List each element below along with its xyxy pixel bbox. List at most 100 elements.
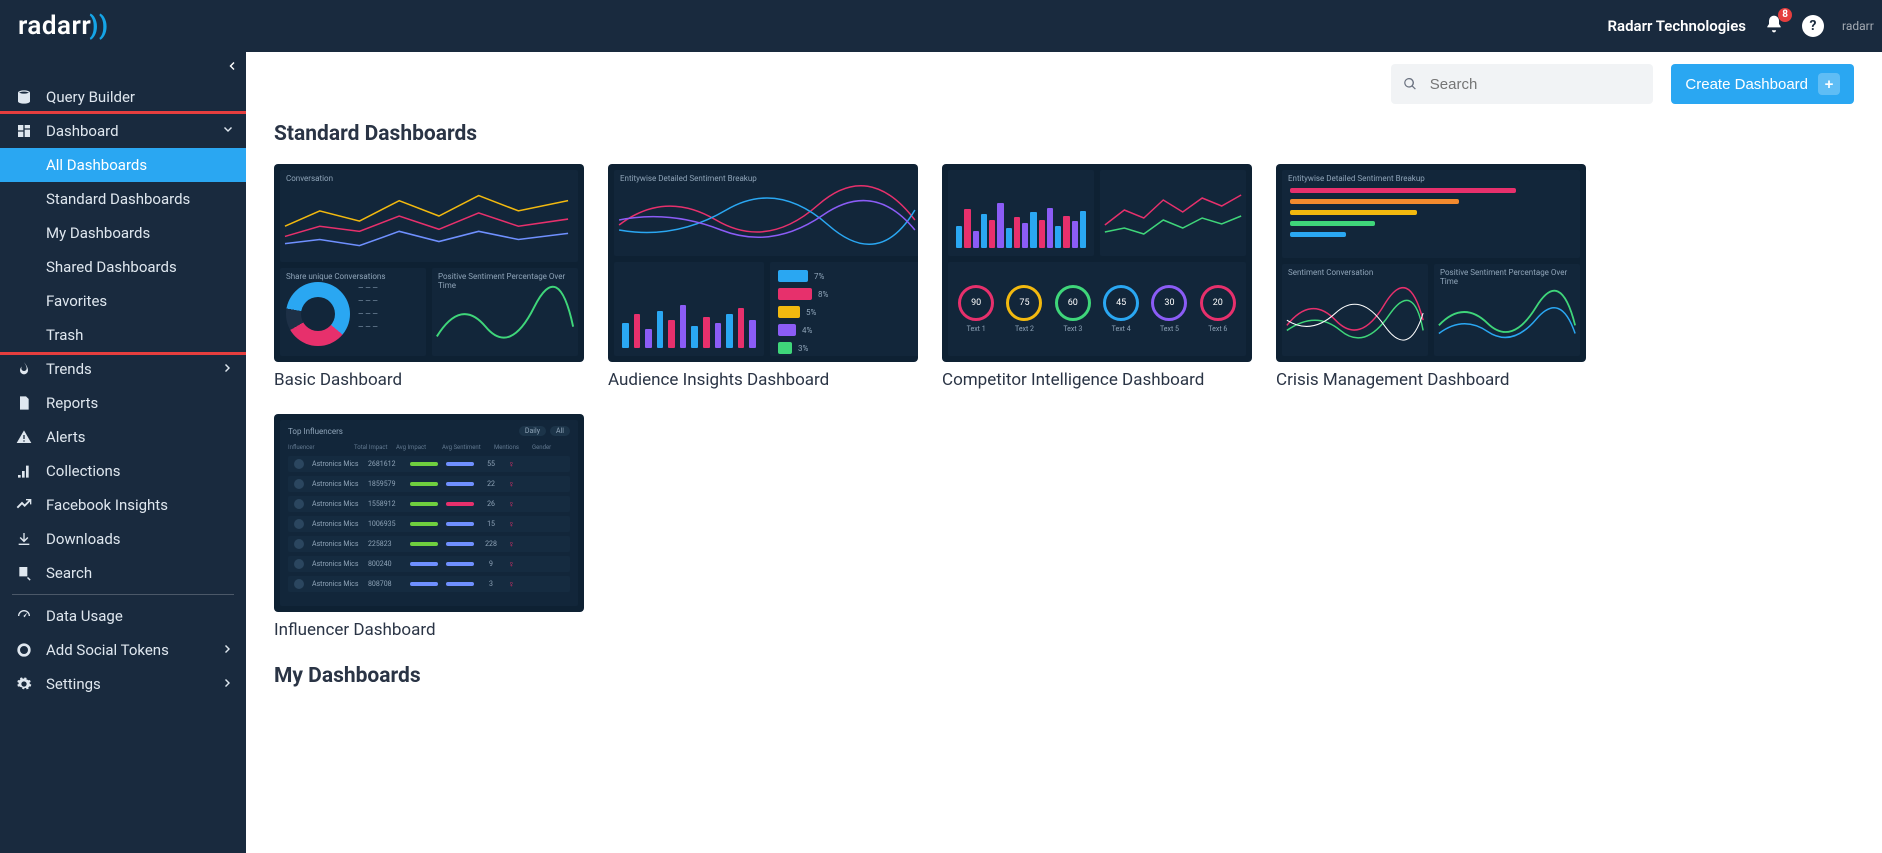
nav-label: Trends: [46, 360, 92, 378]
card-title: Audience Insights Dashboard: [608, 370, 918, 390]
subnav-label: Trash: [46, 326, 83, 344]
subnav-label: Shared Dashboards: [46, 258, 177, 276]
nav-dashboard[interactable]: Dashboard: [0, 114, 246, 148]
app-logo[interactable]: radarr)): [18, 11, 108, 41]
main-content: Create Dashboard + Standard Dashboards C…: [246, 52, 1882, 853]
create-dashboard-button[interactable]: Create Dashboard +: [1671, 64, 1854, 104]
subnav-label: My Dashboards: [46, 224, 150, 242]
nav-facebook-insights[interactable]: Facebook Insights: [0, 488, 246, 522]
equalizer-chart-mock: [956, 192, 1086, 248]
nav-label: Settings: [46, 675, 101, 693]
wave-chart-mock: [614, 170, 918, 256]
nav-settings[interactable]: Settings: [0, 667, 246, 701]
document-icon: [16, 395, 32, 411]
nav-label: Reports: [46, 394, 98, 412]
topbar: radarr)) Radarr Technologies 8 ? radarr: [0, 0, 1882, 52]
triple-wave-mock: [1282, 264, 1428, 356]
subnav-standard-dashboards[interactable]: Standard Dashboards: [0, 182, 246, 216]
nav-alerts[interactable]: Alerts: [0, 420, 246, 454]
dashboard-card-audience[interactable]: Entitywise Detailed Sentiment Breakup: [608, 164, 918, 390]
panel-title: Entitywise Detailed Sentiment Breakup: [1288, 174, 1425, 183]
nav-label: Query Builder: [46, 88, 135, 106]
panel-title: Share unique Conversations: [286, 272, 385, 281]
grouped-bars-mock: [622, 286, 756, 348]
filter-pill: Daily: [519, 426, 546, 436]
nav-label: Alerts: [46, 428, 86, 446]
user-avatar[interactable]: radarr: [1842, 19, 1864, 33]
nav-label: Dashboard: [46, 122, 119, 140]
nav-label: Search: [46, 564, 92, 582]
nav-label: Downloads: [46, 530, 121, 548]
card-title: Basic Dashboard: [274, 370, 584, 390]
smooth-wave-mock: [1434, 264, 1580, 356]
create-button-label: Create Dashboard: [1685, 76, 1808, 93]
dashboard-card-basic[interactable]: Conversation Share unique Conversations …: [274, 164, 584, 390]
subnav-label: All Dashboards: [46, 156, 147, 174]
dashboard-icon: [16, 123, 32, 139]
chevron-right-icon: [222, 677, 234, 689]
nav-reports[interactable]: Reports: [0, 386, 246, 420]
notifications-button[interactable]: 8: [1764, 14, 1784, 38]
nav-search[interactable]: Search: [0, 556, 246, 590]
flame-icon: [16, 361, 32, 377]
chevron-down-icon: [222, 124, 234, 136]
sidebar-divider: [12, 594, 234, 595]
subnav-my-dashboards[interactable]: My Dashboards: [0, 216, 246, 250]
logo-text: radarr: [18, 11, 91, 41]
panel-title: Top Influencers: [288, 427, 343, 436]
search-input[interactable]: [1428, 75, 1642, 94]
chevron-left-icon: [226, 60, 238, 72]
subnav-favorites[interactable]: Favorites: [0, 284, 246, 318]
nav-add-social-tokens[interactable]: Add Social Tokens: [0, 633, 246, 667]
subnav-label: Standard Dashboards: [46, 190, 190, 208]
gear-icon: [16, 676, 32, 692]
subnav-trash[interactable]: Trash: [0, 318, 246, 352]
dashboard-card-crisis[interactable]: Entitywise Detailed Sentiment Breakup Se…: [1276, 164, 1586, 390]
meter-icon: [16, 608, 32, 624]
legend-mock: — — —— — —— — —— — —: [358, 282, 378, 334]
token-icon: [16, 642, 32, 658]
table-header-labels: Influencer Total Impact Avg Impact Avg S…: [288, 444, 570, 451]
nav-query-builder[interactable]: Query Builder: [0, 80, 246, 114]
nav-label: Add Social Tokens: [46, 641, 169, 659]
search-box[interactable]: [1391, 64, 1653, 104]
subnav-label: Favorites: [46, 292, 107, 310]
chevron-right-icon: [222, 643, 234, 655]
highlighted-region: Dashboard All Dashboards Standard Dashbo…: [0, 111, 249, 355]
dashboard-card-influencer[interactable]: Top Influencers Daily All Influencer Tot…: [274, 414, 584, 640]
search-icon: [1403, 76, 1417, 92]
collections-icon: [16, 463, 32, 479]
card-title: Influencer Dashboard: [274, 620, 584, 640]
area-chart-mock: [432, 268, 578, 356]
line-chart-mock: [280, 170, 578, 262]
plus-icon: +: [1818, 73, 1840, 95]
help-button[interactable]: ?: [1802, 15, 1824, 37]
card-title: Competitor Intelligence Dashboard: [942, 370, 1252, 390]
sidebar: Query Builder Dashboard All Dashboards S…: [0, 52, 246, 853]
nav-label: Data Usage: [46, 607, 123, 625]
collapse-sidebar-button[interactable]: [0, 52, 246, 80]
kpi-list: 7%8%5%4%3%: [770, 262, 918, 356]
donut-chart-mock: [286, 282, 350, 346]
download-icon: [16, 531, 32, 547]
nav-collections[interactable]: Collections: [0, 454, 246, 488]
section-title-my: My Dashboards: [274, 664, 1854, 688]
chevron-right-icon: [222, 362, 234, 374]
search-page-icon: [16, 565, 32, 581]
chart-up-icon: [16, 497, 32, 513]
dashboard-card-competitor[interactable]: 90Text 175Text 260Text 345Text 430Text 5…: [942, 164, 1252, 390]
dual-line-mock: [1100, 170, 1246, 256]
database-icon: [16, 89, 32, 105]
logo-wave-icon: )): [89, 11, 108, 41]
nav-data-usage[interactable]: Data Usage: [0, 599, 246, 633]
subnav-all-dashboards[interactable]: All Dashboards: [0, 148, 246, 182]
gauge-row: 90Text 175Text 260Text 345Text 430Text 5…: [948, 262, 1246, 356]
subnav-shared-dashboards[interactable]: Shared Dashboards: [0, 250, 246, 284]
nav-label: Collections: [46, 462, 121, 480]
nav-trends[interactable]: Trends: [0, 352, 246, 386]
company-name[interactable]: Radarr Technologies: [1607, 17, 1746, 35]
nav-label: Facebook Insights: [46, 496, 168, 514]
section-title-standard: Standard Dashboards: [274, 122, 1854, 146]
nav-downloads[interactable]: Downloads: [0, 522, 246, 556]
card-title: Crisis Management Dashboard: [1276, 370, 1586, 390]
